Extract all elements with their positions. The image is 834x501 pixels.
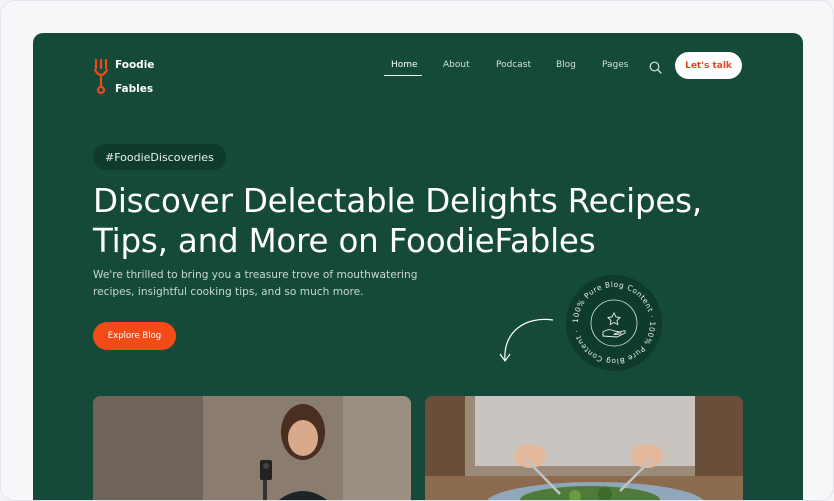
- headline-line1: Discover Delectable Delights Recipes,: [93, 182, 703, 220]
- logo-line1: Foodie: [115, 59, 155, 71]
- nav-about[interactable]: About: [443, 60, 470, 70]
- nav-blog[interactable]: Blog: [556, 60, 576, 70]
- logo-icon: [93, 58, 109, 95]
- nav-home[interactable]: Home: [391, 60, 418, 70]
- card-eating-salad[interactable]: [425, 396, 743, 500]
- lets-talk-button[interactable]: Let's talk: [675, 52, 742, 79]
- explore-blog-button[interactable]: Explore Blog: [93, 322, 176, 350]
- search-icon[interactable]: [649, 59, 662, 78]
- pure-content-badge: 100% Pure Blog Content · 100% Pure Blog …: [566, 275, 662, 371]
- card-woman-filming[interactable]: [93, 396, 411, 500]
- curved-arrow-icon: [499, 318, 554, 363]
- eating-salad-photo: [425, 396, 743, 500]
- woman-filming-photo: [93, 396, 411, 500]
- hashtag-badge[interactable]: #FoodieDiscoveries: [93, 144, 226, 170]
- headline-line2: Tips, and More on FoodieFables: [93, 222, 596, 260]
- nav-underline: [384, 75, 422, 77]
- logo-line2: Fables: [115, 83, 154, 95]
- logo[interactable]: Foodie Fables: [93, 47, 154, 107]
- subtext-line2: recipes, insightful cooking tips, and so…: [93, 286, 364, 298]
- browser-frame: Foodie Fables Home About Podcast Blog Pa…: [0, 0, 834, 501]
- subtext-line1: We're thrilled to bring you a treasure t…: [93, 269, 418, 281]
- nav-podcast[interactable]: Podcast: [496, 60, 531, 70]
- page: Foodie Fables Home About Podcast Blog Pa…: [33, 33, 803, 500]
- hero-headline: Discover Delectable Delights Recipes, Ti…: [93, 181, 733, 261]
- hero-subtext: We're thrilled to bring you a treasure t…: [93, 267, 433, 301]
- nav-pages[interactable]: Pages: [602, 60, 628, 70]
